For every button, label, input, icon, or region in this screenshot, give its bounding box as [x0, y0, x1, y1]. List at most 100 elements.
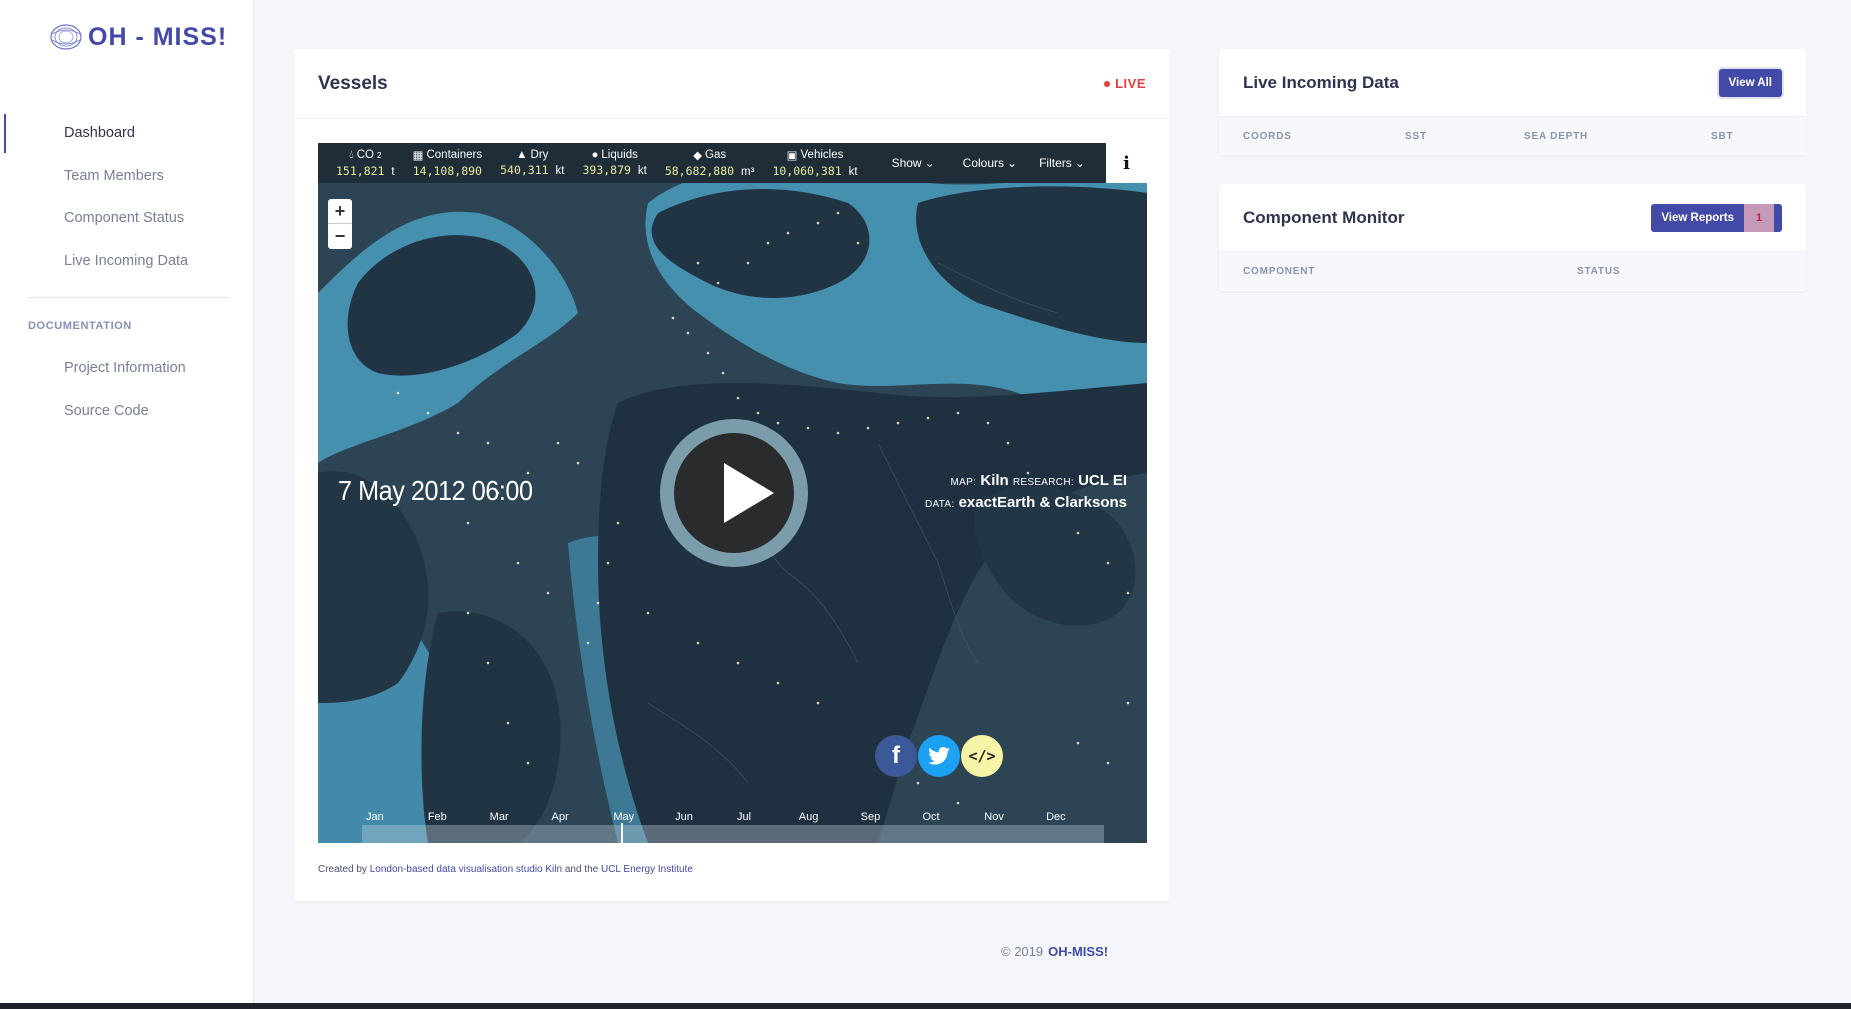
- logo-globe-icon: [50, 24, 82, 50]
- vessels-title: Vessels: [318, 72, 388, 94]
- dropdown-label: Show: [891, 156, 922, 170]
- app-name: OH - MISS!: [88, 22, 228, 51]
- stat-value: 58,682,880: [664, 164, 735, 178]
- map-toolbar: 💧︎ CO 2 151,821 t ▦ Containers 14,108,890 ▲…: [318, 143, 1106, 183]
- live-dot-icon: [1104, 80, 1111, 87]
- credit-data: exactEarth & Clarksons: [958, 494, 1127, 511]
- month-label: Oct: [922, 811, 940, 823]
- monitor-title: Component Monitor: [1243, 207, 1405, 227]
- stat-value: 540,311: [500, 163, 549, 177]
- live-label: LIVE: [1115, 76, 1146, 91]
- twitter-share-button[interactable]: [918, 735, 960, 777]
- attribution-prefix: Created by: [318, 864, 370, 875]
- play-button[interactable]: [660, 419, 808, 567]
- facebook-share-button[interactable]: f: [875, 735, 917, 777]
- triangle-up-icon: ▲: [516, 149, 528, 161]
- car-icon: ▣: [786, 150, 798, 162]
- month-label: Sep: [860, 811, 881, 823]
- chevron-down-icon: ⌄: [1007, 156, 1018, 170]
- stat-label: Vehicles: [800, 149, 844, 161]
- view-reports-label: View Reports: [1651, 203, 1744, 232]
- timeline[interactable]: Jan Feb Mar Apr May Jun Jul Aug Sep Oct …: [362, 811, 1104, 843]
- timeline-months: Jan Feb Mar Apr May Jun Jul Aug Sep Oct …: [362, 811, 1104, 823]
- stat-gas: ◆ Gas 58,682,880 m³: [665, 148, 755, 178]
- column-header: SBT: [1711, 130, 1734, 142]
- flame-icon: ◆: [693, 150, 703, 162]
- stat-co2: 💧︎ CO 2 151,821 t: [336, 149, 395, 178]
- sidebar-item-label: Dashboard: [64, 125, 135, 142]
- sidebar-item-source-code[interactable]: Source Code: [0, 390, 254, 433]
- chevron-down-icon: ⌄: [1074, 156, 1085, 170]
- stat-unit: m³: [741, 166, 755, 178]
- month-label: Jun: [675, 811, 693, 823]
- stat-label-subscript: 2: [377, 150, 382, 160]
- credit-map: Kiln: [980, 472, 1009, 489]
- sidebar-item-project-information[interactable]: Project Information: [0, 347, 254, 390]
- incoming-table-header: COORDS SST SEA DEPTH SBT: [1219, 117, 1806, 155]
- documentation-nav: Project Information Source Code: [0, 347, 254, 432]
- footer-brand[interactable]: OH-MISS!: [1048, 944, 1108, 959]
- view-all-button[interactable]: View All: [1718, 68, 1782, 97]
- copyright: © 2019: [1001, 944, 1044, 959]
- kiln-link[interactable]: London-based data visualisation studio K…: [370, 864, 562, 875]
- stat-unit: kt: [555, 165, 565, 177]
- month-label: Aug: [798, 811, 819, 823]
- vessels-card-header: Vessels LIVE: [294, 49, 1170, 119]
- view-reports-button[interactable]: View Reports 1: [1651, 203, 1782, 232]
- info-button[interactable]: i: [1106, 143, 1147, 183]
- shipping-map[interactable]: 💧︎ CO 2 151,821 t ▦ Containers 14,108,890 ▲…: [318, 143, 1147, 843]
- nav-section-title: DOCUMENTATION: [28, 320, 132, 332]
- logo[interactable]: OH - MISS!: [48, 22, 227, 52]
- map-date: 7 May 2012 06:00: [338, 475, 533, 506]
- column-header: STATUS: [1577, 265, 1621, 277]
- sidebar-item-live-incoming-data[interactable]: Live Incoming Data: [0, 240, 254, 283]
- monitor-table-header: COMPONENT STATUS: [1219, 252, 1806, 290]
- ucl-link[interactable]: UCL Energy Institute: [601, 864, 693, 875]
- fuel-drop-icon: 💧︎: [349, 148, 354, 161]
- twitter-icon: [928, 747, 950, 765]
- credit-research: UCL EI: [1078, 472, 1127, 489]
- zoom-in-button[interactable]: +: [328, 199, 352, 224]
- stat-unit: kt: [637, 165, 647, 177]
- sidebar-item-component-status[interactable]: Component Status: [0, 197, 254, 240]
- dropdown-label: Colours: [962, 156, 1005, 170]
- sidebar-item-label: Project Information: [64, 360, 186, 377]
- column-header: COMPONENT: [1243, 265, 1316, 277]
- month-label: Jan: [366, 811, 384, 823]
- colours-dropdown[interactable]: Colours ⌄: [963, 156, 1017, 170]
- stat-label: CO: [356, 149, 374, 161]
- timeline-track[interactable]: [362, 825, 1104, 843]
- stat-unit: kt: [848, 166, 858, 178]
- zoom-control: + −: [328, 199, 352, 249]
- incoming-card-header: Live Incoming Data View All: [1219, 49, 1806, 117]
- chevron-down-icon: ⌄: [924, 156, 935, 170]
- main-nav: Dashboard Team Members Component Status …: [0, 112, 254, 282]
- live-incoming-data-card: Live Incoming Data View All COORDS SST S…: [1219, 49, 1806, 155]
- zoom-out-button[interactable]: −: [328, 224, 352, 249]
- month-label: May: [613, 811, 635, 823]
- stat-vehicles: ▣ Vehicles 10,060,381 kt: [772, 148, 857, 178]
- month-label: Nov: [984, 811, 1004, 823]
- sidebar-item-dashboard[interactable]: Dashboard: [0, 112, 254, 155]
- credit-map-label: MAP:: [950, 477, 977, 488]
- show-dropdown[interactable]: Show ⌄: [892, 156, 935, 170]
- stat-unit: t: [391, 165, 395, 178]
- credit-research-label: RESEARCH:: [1012, 477, 1074, 488]
- stat-label: Containers: [426, 149, 483, 161]
- code-icon: </>: [968, 747, 996, 765]
- component-monitor-card: Component Monitor View Reports 1 COMPONE…: [1219, 184, 1806, 291]
- sidebar-item-label: Source Code: [64, 402, 149, 419]
- live-indicator: LIVE: [1104, 76, 1146, 91]
- stat-containers: ▦ Containers 14,108,890: [413, 148, 483, 178]
- map-credit: MAP: Kiln RESEARCH: UCL EI DATA: exactEa…: [925, 471, 1127, 515]
- stat-value: 14,108,890: [412, 164, 482, 178]
- filters-dropdown[interactable]: Filters ⌄: [1039, 156, 1085, 170]
- embed-code-button[interactable]: </>: [961, 735, 1003, 777]
- month-label: Feb: [427, 811, 447, 823]
- stat-label: Liquids: [601, 149, 638, 161]
- timeline-handle[interactable]: [621, 823, 623, 843]
- month-label: Jul: [736, 811, 752, 823]
- sidebar-item-team-members[interactable]: Team Members: [0, 155, 254, 198]
- stat-liquids: ● Liquids 393,879 kt: [582, 149, 646, 177]
- nav-divider: [28, 297, 230, 298]
